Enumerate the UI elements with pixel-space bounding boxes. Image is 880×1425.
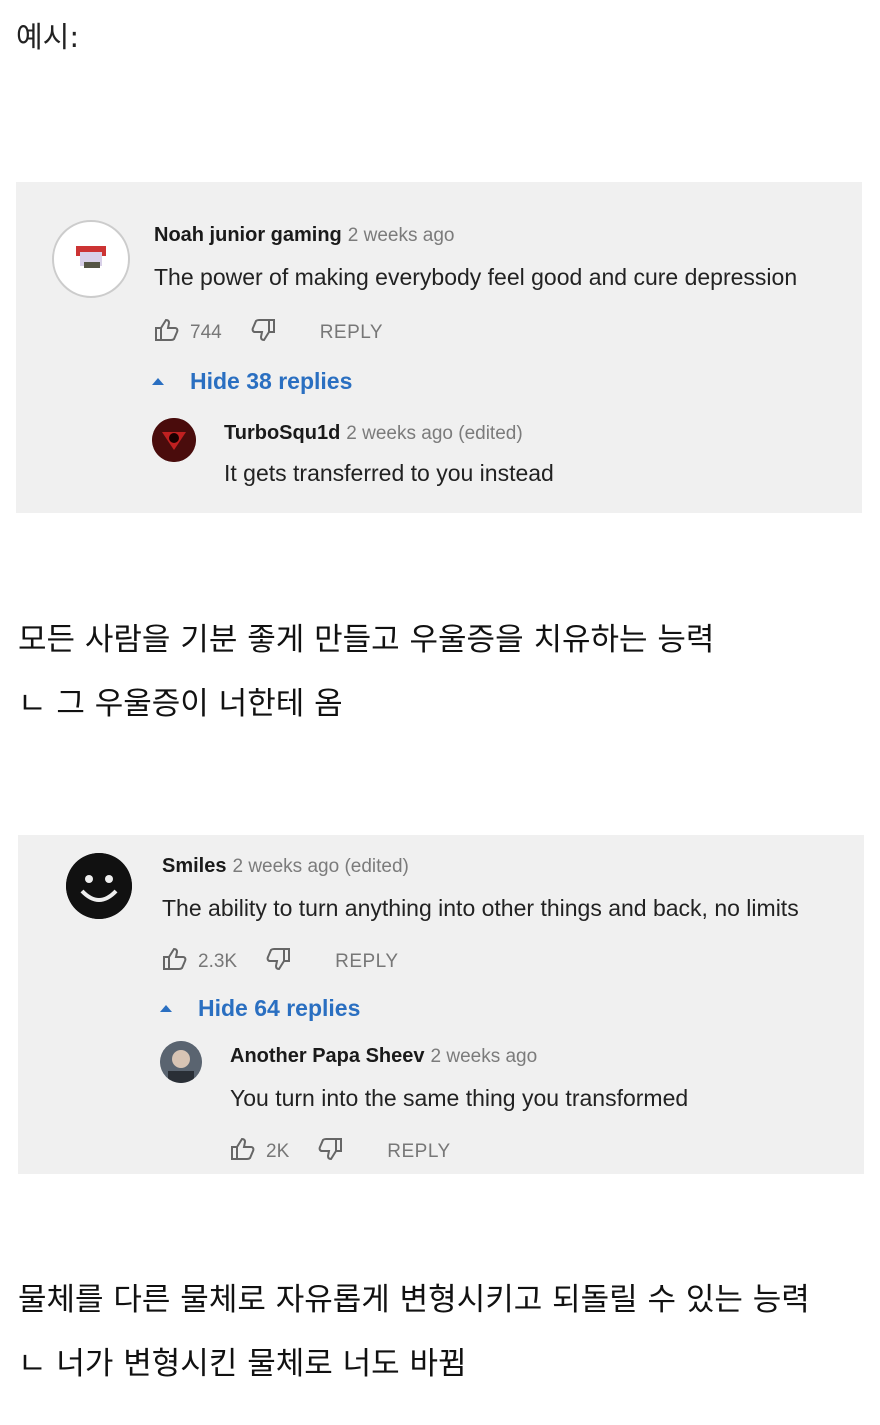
thumbs-down-icon[interactable]	[317, 1137, 343, 1167]
caption-2-line-2: ㄴ 너가 변형시킨 물체로 너도 바뀜	[18, 1346, 467, 1382]
reply-button[interactable]: REPLY	[320, 322, 383, 344]
reply-actions: 2K REPLY	[230, 1137, 451, 1167]
comment-time: 2 weeks ago	[347, 225, 455, 246]
like-count: 2K	[266, 1141, 290, 1162]
comment-thread-2: Smiles 2 weeks ago (edited) The ability t…	[18, 835, 864, 1174]
comment-text: The power of making everybody feel good …	[154, 264, 798, 290]
avatar-smiles-image	[66, 853, 132, 919]
thumbs-down-icon[interactable]	[265, 947, 291, 977]
hide-replies-button[interactable]: Hide 38 replies	[152, 368, 352, 395]
avatar-noah-image	[76, 246, 106, 268]
comment-thread-1: Noah junior gaming 2 weeks ago The power …	[16, 182, 862, 513]
avatar-papa-sheev[interactable]	[160, 1041, 202, 1083]
comment-actions: 2.3K REPLY	[162, 947, 399, 977]
avatar-noah[interactable]	[52, 220, 130, 298]
comment-text: The ability to turn anything into other …	[162, 895, 799, 921]
reply-text: You turn into the same thing you transfo…	[230, 1085, 689, 1111]
caption-1-line-2: ㄴ 그 우울증이 너한테 옴	[18, 686, 343, 722]
reply-text: It gets transferred to you instead	[224, 460, 554, 486]
hide-replies-button[interactable]: Hide 64 replies	[160, 995, 360, 1022]
caret-up-icon	[152, 378, 164, 385]
thumbs-up-icon[interactable]	[162, 947, 188, 977]
hide-replies-label: Hide 38 replies	[190, 368, 353, 394]
comment-author[interactable]: Noah junior gaming 2 weeks ago	[154, 224, 454, 247]
comment-author[interactable]: Smiles 2 weeks ago (edited)	[162, 855, 409, 878]
reply-time: 2 weeks ago (edited)	[346, 423, 523, 444]
comment-actions: 744 REPLY	[154, 318, 383, 348]
like-count: 2.3K	[198, 951, 238, 972]
avatar-smiles[interactable]	[66, 853, 132, 919]
avatar-papa-sheev-image	[160, 1041, 202, 1083]
reply-time: 2 weeks ago	[430, 1046, 538, 1067]
thumbs-up-icon[interactable]	[230, 1137, 256, 1167]
caption-2-line-1: 물체를 다른 물체로 자유롭게 변형시키고 되돌릴 수 있는 능력	[18, 1282, 810, 1318]
caret-up-icon	[160, 1005, 172, 1012]
reply-button[interactable]: REPLY	[335, 951, 398, 973]
intro-label: 예시:	[16, 20, 80, 54]
hide-replies-label: Hide 64 replies	[198, 995, 361, 1021]
thumbs-down-icon[interactable]	[250, 318, 276, 348]
reply-author[interactable]: Another Papa Sheev 2 weeks ago	[230, 1045, 537, 1068]
avatar-turbosquid-image	[152, 418, 196, 462]
caption-1-line-1: 모든 사람을 기분 좋게 만들고 우울증을 치유하는 능력	[18, 622, 715, 658]
like-count: 744	[190, 322, 222, 343]
thumbs-up-icon[interactable]	[154, 318, 180, 348]
reply-author[interactable]: TurboSqu1d 2 weeks ago (edited)	[224, 422, 523, 445]
avatar-turbosquid[interactable]	[152, 418, 196, 462]
reply-button[interactable]: REPLY	[387, 1141, 450, 1163]
comment-time: 2 weeks ago (edited)	[232, 856, 409, 877]
